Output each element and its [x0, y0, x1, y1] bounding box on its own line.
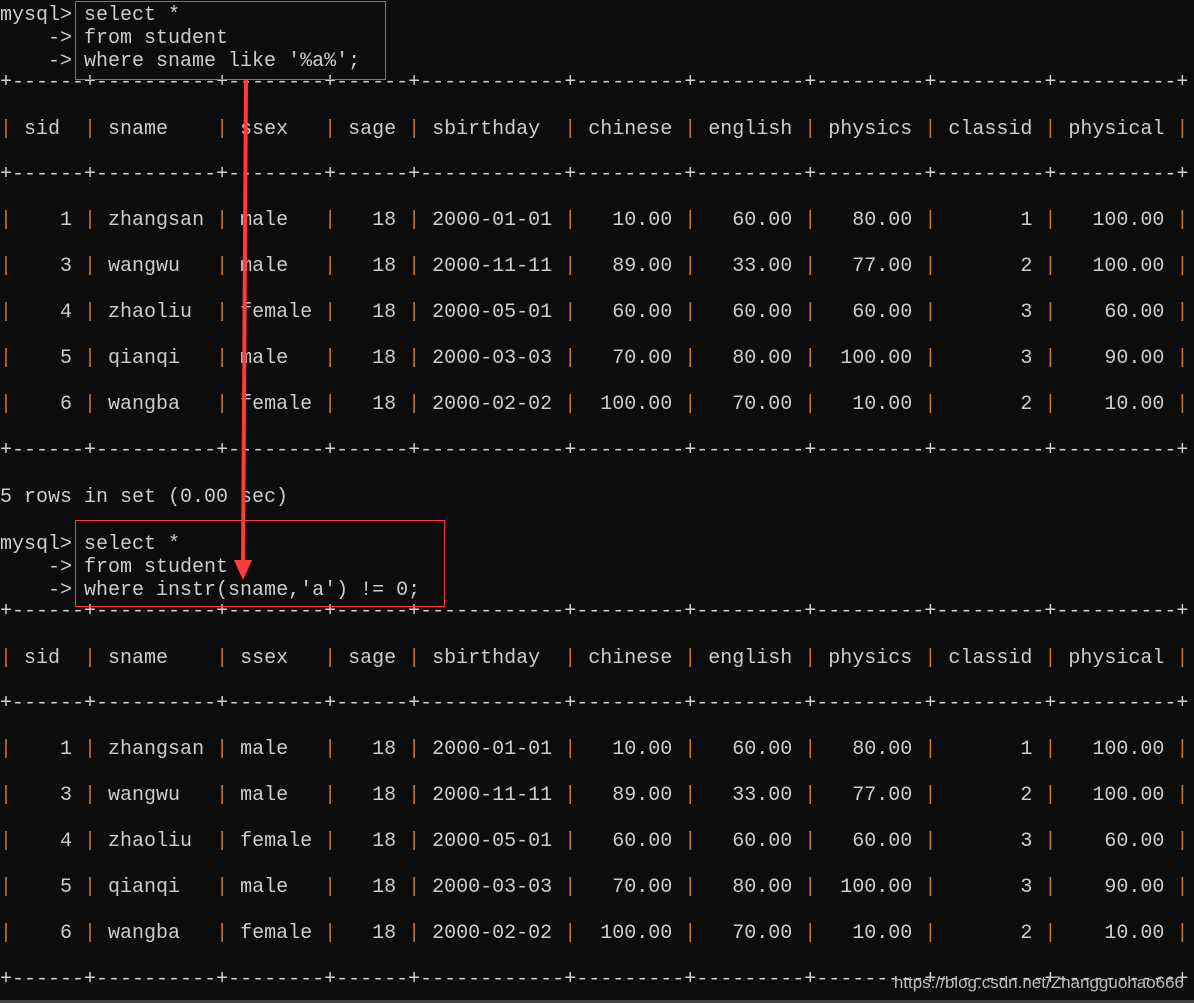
watermark: https://blog.csdn.net/Zhangguohao666 — [893, 973, 1184, 992]
annotation-arrow — [234, 79, 252, 580]
